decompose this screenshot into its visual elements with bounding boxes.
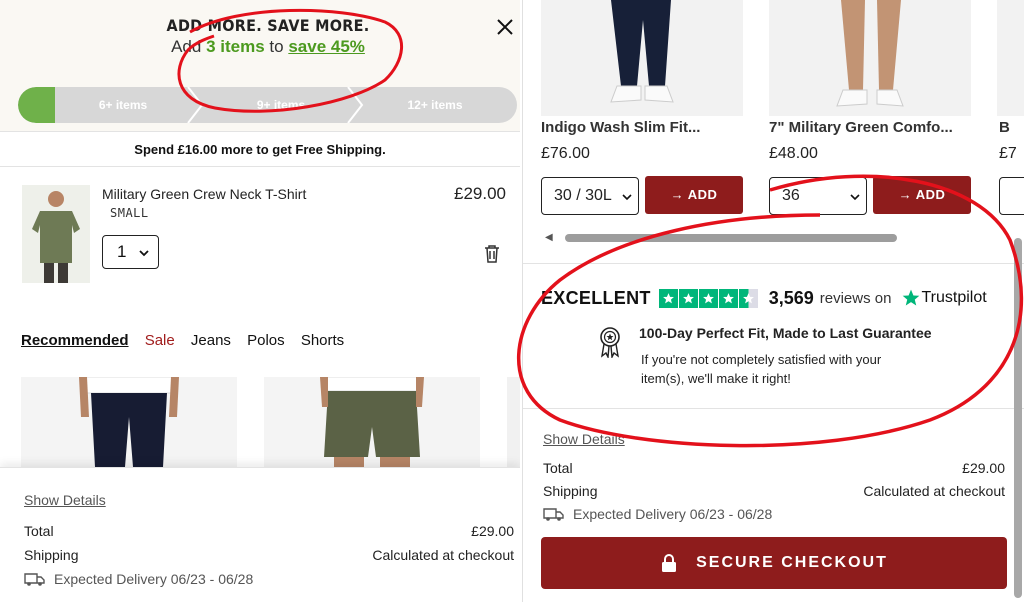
size-value: 30 / 30L: [554, 187, 612, 204]
quantity-select[interactable]: 1: [102, 235, 159, 269]
star-icon: [698, 288, 718, 308]
divider: [523, 263, 1024, 264]
guarantee-text: If you're not completely satisfied with …: [641, 352, 882, 386]
add-to-cart-button[interactable]: → ADD: [645, 176, 743, 214]
promo-sub-items: 3 items: [206, 37, 265, 56]
secure-checkout-label: SECURE CHECKOUT: [696, 554, 888, 571]
trustpilot-brand: Trustpilot: [921, 289, 987, 306]
total-label: Total: [543, 460, 573, 476]
tab-sale[interactable]: Sale: [145, 332, 175, 349]
tab-polos[interactable]: Polos: [247, 332, 285, 349]
star-icon: [718, 288, 738, 308]
product-name[interactable]: B: [999, 119, 1024, 136]
tab-recommended[interactable]: Recommended: [21, 332, 129, 349]
star-icon: [678, 288, 698, 308]
trustpilot-rating[interactable]: EXCELLENT 3,569 reviews on Trustpilot: [541, 284, 1011, 312]
guarantee-title: 100-Day Perfect Fit, Made to Last Guaran…: [639, 325, 932, 341]
show-details-link[interactable]: Show Details: [24, 492, 106, 508]
promo-sub-prefix: Add: [171, 37, 202, 56]
star-icon: [658, 288, 678, 308]
quantity-value: 1: [117, 242, 127, 261]
shipping-label: Shipping: [24, 547, 79, 563]
tab-shorts[interactable]: Shorts: [301, 332, 344, 349]
recommended-product-image[interactable]: [507, 377, 520, 467]
truck-icon: [543, 508, 564, 521]
scroll-left-arrow-icon[interactable]: ◀: [545, 232, 553, 243]
expected-delivery: Expected Delivery 06/23 - 06/28: [543, 506, 772, 522]
divider: [523, 408, 1024, 409]
show-details-link[interactable]: Show Details: [543, 431, 625, 447]
promo-subtitle: Add 3 items to save 45%: [0, 37, 520, 57]
promo-banner: ADD MORE. SAVE MORE. Add 3 items to save…: [0, 0, 520, 132]
add-to-cart-button[interactable]: → ADD: [873, 176, 971, 214]
promo-save-link[interactable]: save 45%: [288, 37, 365, 56]
trustpilot-reviews-on: reviews on: [819, 289, 892, 307]
award-ribbon-icon: [597, 326, 623, 360]
chevron-down-icon: [850, 178, 860, 214]
shipping-label: Shipping: [543, 483, 598, 499]
tier-progress-bar: 6+ items 9+ items 12+ items: [18, 87, 517, 123]
total-label: Total: [24, 523, 54, 539]
scrollbar-thumb[interactable]: [565, 234, 897, 242]
product-price: £76.00: [541, 145, 590, 162]
total-value: £29.00: [962, 460, 1005, 476]
product-name[interactable]: Indigo Wash Slim Fit...: [541, 119, 741, 136]
shipping-value: Calculated at checkout: [372, 547, 514, 563]
expected-delivery: Expected Delivery 06/23 - 06/28: [24, 571, 253, 587]
trustpilot-review-count: 3,569: [768, 287, 814, 308]
cart-drawer-right: Indigo Wash Slim Fit... 7" Military Gree…: [522, 0, 1024, 602]
delivery-dates: 06/23 - 06/28: [689, 506, 773, 522]
chevron-down-icon: [622, 178, 632, 214]
trustpilot-logo: Trustpilot: [901, 288, 987, 308]
trustpilot-rating-word: EXCELLENT: [541, 287, 651, 308]
vertical-scrollbar[interactable]: [1014, 238, 1022, 598]
star-half-icon: [738, 288, 758, 308]
cart-item-price: £29.00: [454, 184, 506, 203]
product-thumbnail[interactable]: [22, 185, 90, 283]
product-image[interactable]: [997, 0, 1024, 116]
trustpilot-star-icon: [903, 289, 920, 306]
recommended-tabs: Recommended Sale Jeans Polos Shorts: [21, 332, 356, 352]
promo-sub-to: to: [269, 37, 284, 56]
secure-checkout-button[interactable]: SECURE CHECKOUT: [541, 537, 1007, 589]
size-value: 36: [782, 187, 800, 204]
size-select[interactable]: 30 / 30L: [541, 177, 639, 215]
cart-item-name[interactable]: Military Green Crew Neck T-Shirt: [102, 186, 306, 202]
cart-line-item: Military Green Crew Neck T-Shirt SMALL £…: [0, 168, 520, 303]
tier-separators: [187, 87, 364, 123]
lock-icon: [662, 554, 677, 572]
total-value: £29.00: [471, 523, 514, 539]
recommended-product-image[interactable]: [21, 377, 237, 467]
cart-drawer-left: ADD MORE. SAVE MORE. Add 3 items to save…: [0, 0, 520, 602]
recommended-product-image[interactable]: [264, 377, 480, 467]
close-icon[interactable]: [492, 14, 518, 40]
promo-title: ADD MORE. SAVE MORE.: [166, 16, 370, 35]
product-price: £7: [999, 145, 1017, 162]
shipping-value: Calculated at checkout: [863, 483, 1005, 499]
size-select[interactable]: [999, 177, 1024, 215]
product-price: £48.00: [769, 145, 818, 162]
trustpilot-stars: [658, 288, 759, 308]
free-shipping-banner: Spend £16.00 more to get Free Shipping.: [0, 133, 520, 167]
chevron-down-icon: [138, 236, 150, 268]
order-summary-right: Show Details Total £29.00 Shipping Calcu…: [523, 426, 1024, 602]
delivery-dates: 06/23 - 06/28: [170, 571, 254, 587]
cart-item-size: SMALL: [110, 206, 149, 220]
product-image[interactable]: [541, 0, 743, 116]
truck-icon: [24, 573, 45, 586]
trash-icon[interactable]: [483, 244, 501, 264]
tab-jeans[interactable]: Jeans: [191, 332, 231, 349]
recommended-products: [21, 377, 520, 467]
delivery-label: Expected Delivery: [573, 506, 686, 522]
delivery-label: Expected Delivery: [54, 571, 167, 587]
product-name[interactable]: 7" Military Green Comfo...: [769, 119, 979, 136]
product-image[interactable]: [769, 0, 971, 116]
horizontal-scrollbar[interactable]: ◀: [545, 232, 921, 244]
order-summary-left: Show Details Total £29.00 Shipping Calcu…: [0, 467, 520, 602]
size-select[interactable]: 36: [769, 177, 867, 215]
